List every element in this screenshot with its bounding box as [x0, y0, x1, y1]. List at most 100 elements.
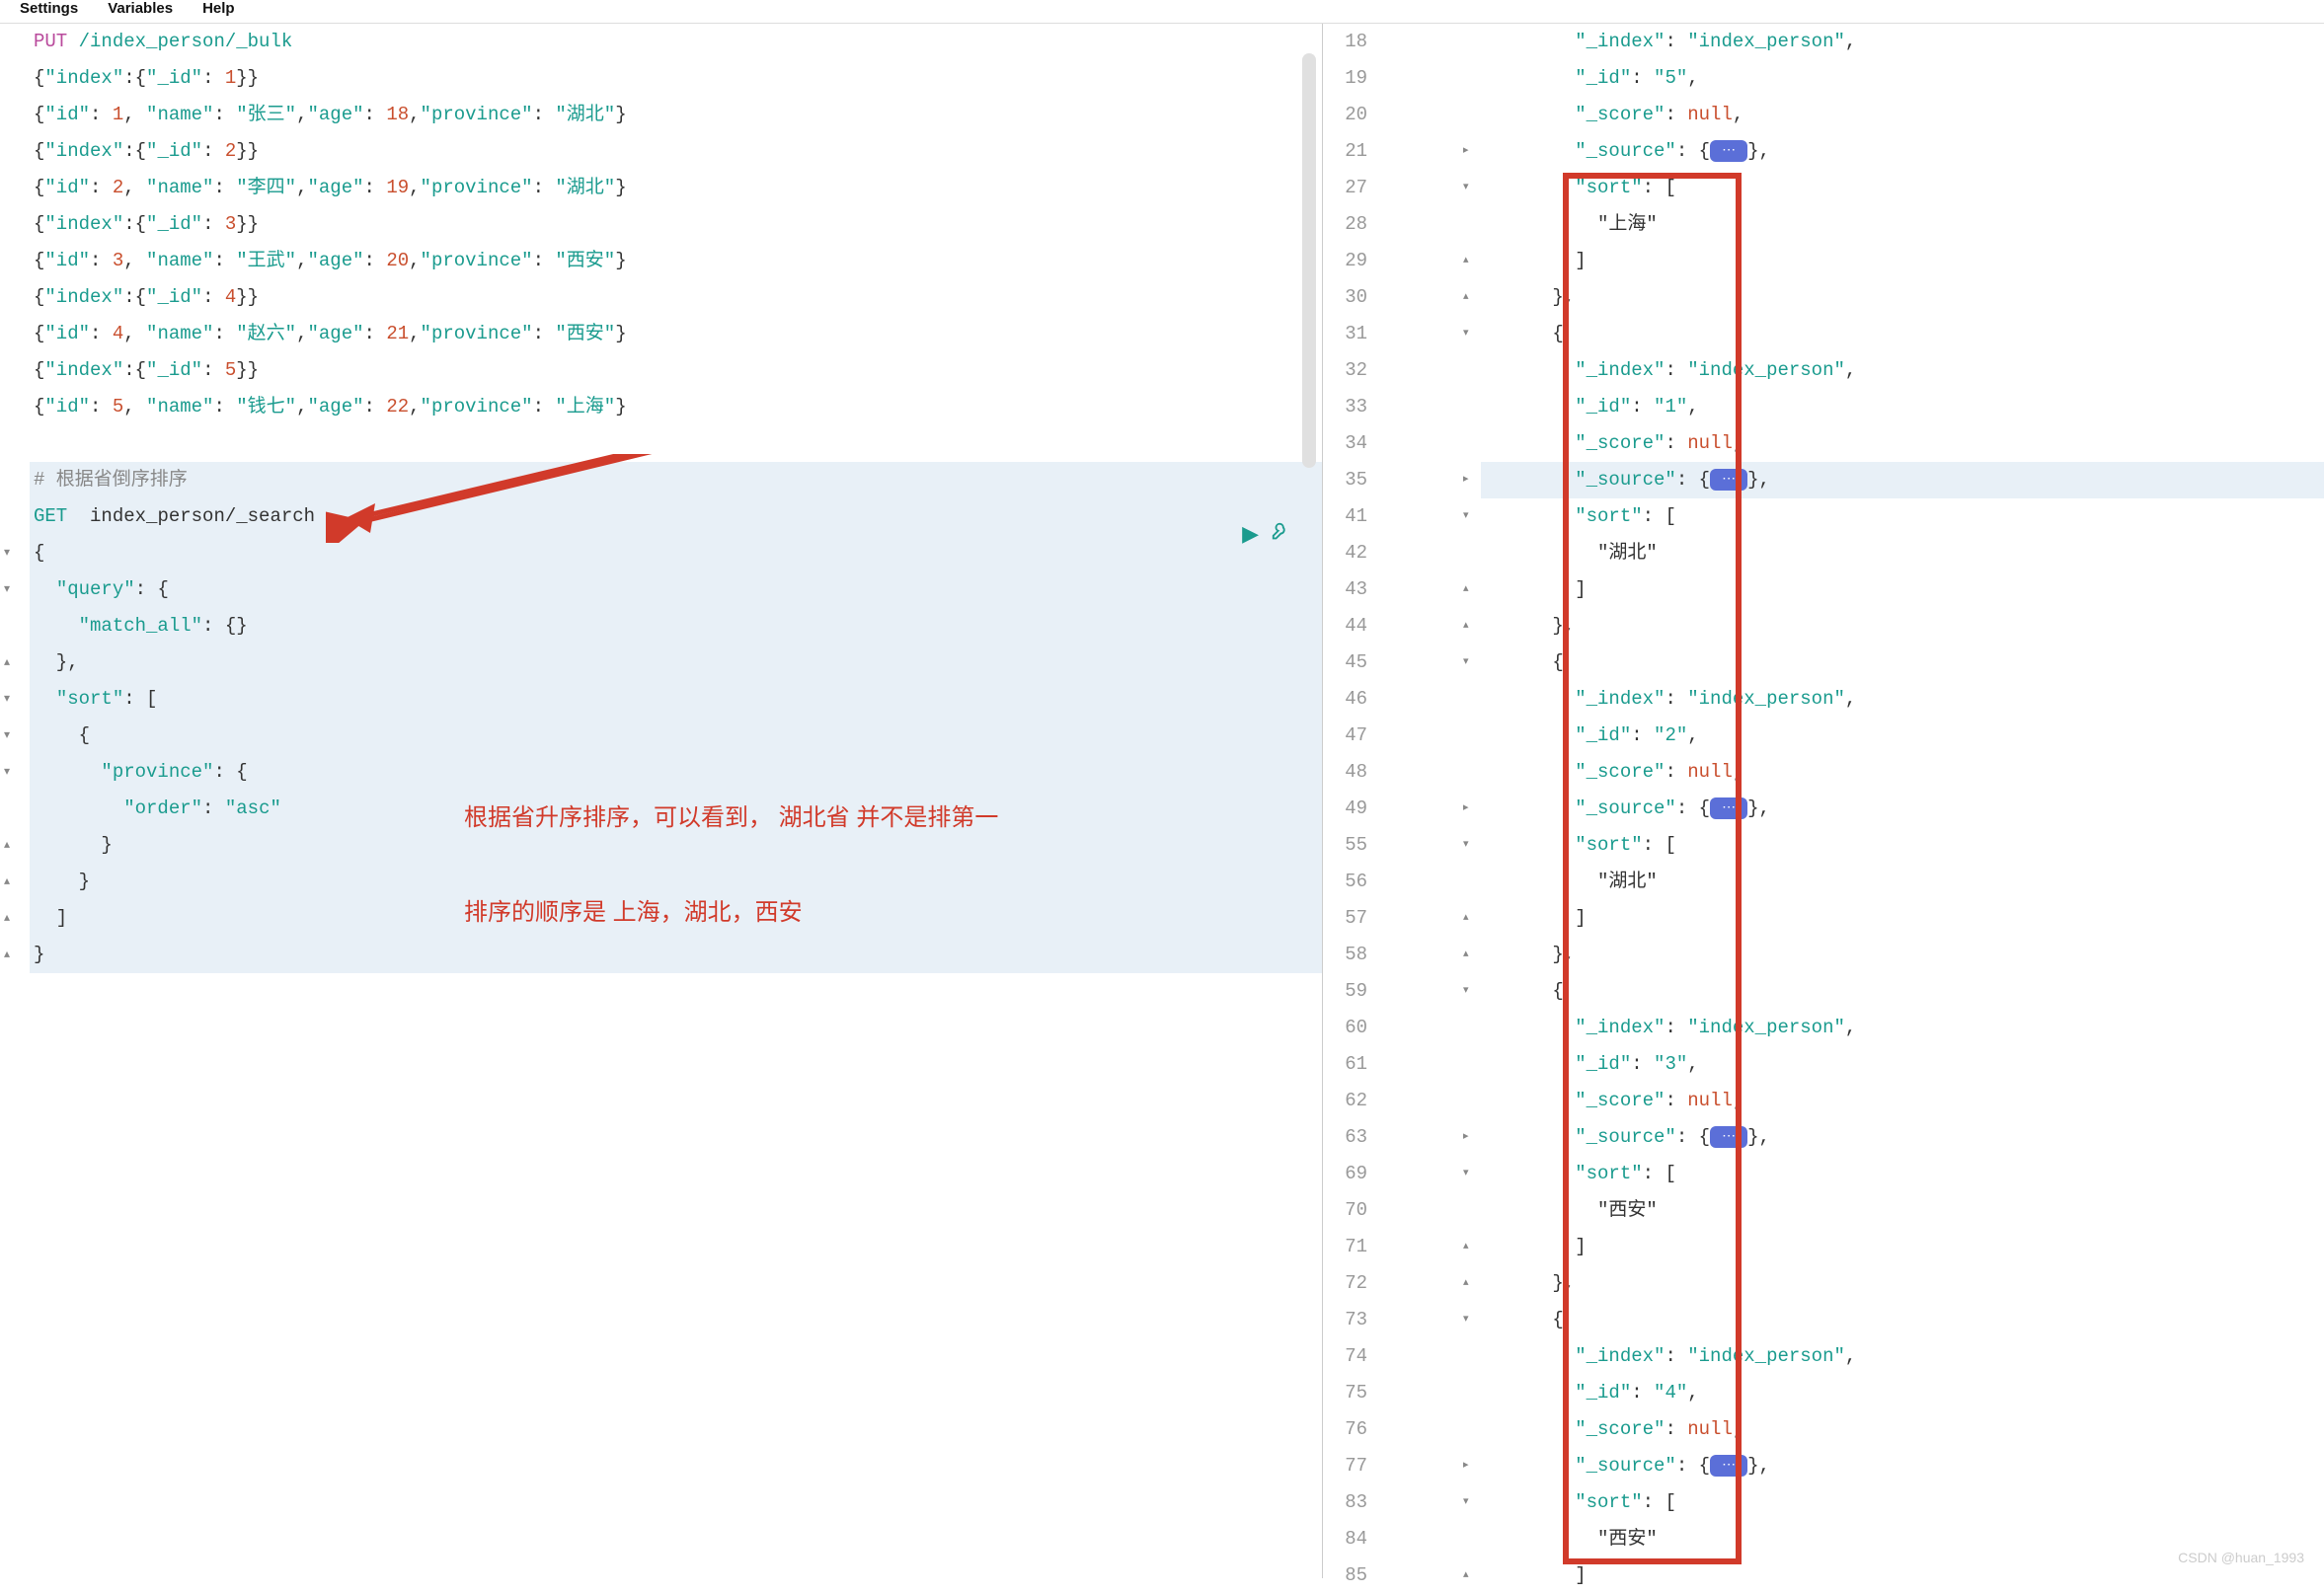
- response-line: "_index": "index_person",: [1481, 352, 2324, 389]
- response-line: {: [1481, 1302, 2324, 1338]
- line-number: 63: [1323, 1119, 1367, 1156]
- fold-toggle[interactable]: ▾: [4, 535, 10, 571]
- fold-toggle[interactable]: ▸: [1463, 791, 1469, 827]
- line-number: 59: [1323, 973, 1367, 1010]
- fold-toggle[interactable]: ▴: [1463, 900, 1469, 937]
- response-line: },: [1481, 608, 2324, 645]
- fold-toggle[interactable]: ▸: [1463, 1119, 1469, 1156]
- fold-toggle[interactable]: ▾: [4, 571, 10, 608]
- line-number: 29: [1323, 243, 1367, 279]
- line-number: 84: [1323, 1521, 1367, 1557]
- annotation-line1: 根据省升序排序，可以看到， 湖北省 并不是排第一: [464, 797, 998, 832]
- fold-toggle[interactable]: ▾: [4, 681, 10, 718]
- response-line: {: [1481, 645, 2324, 681]
- menu-settings[interactable]: Settings: [20, 0, 78, 17]
- fold-toggle[interactable]: ▴: [4, 827, 10, 864]
- response-line: "_score": null,: [1481, 425, 2324, 462]
- fold-toggle[interactable]: ▴: [1463, 608, 1469, 645]
- line-number: 73: [1323, 1302, 1367, 1338]
- fold-toggle[interactable]: ▾: [1463, 1156, 1469, 1192]
- fold-toggle[interactable]: ▴: [4, 864, 10, 900]
- wrench-icon[interactable]: [1271, 522, 1292, 551]
- line-number: 75: [1323, 1375, 1367, 1411]
- line-number: 74: [1323, 1338, 1367, 1375]
- line-number: 69: [1323, 1156, 1367, 1192]
- line-number: 48: [1323, 754, 1367, 791]
- response-line: "sort": [: [1481, 1156, 2324, 1192]
- response-line: "_source": {⋯},: [1481, 1448, 2324, 1484]
- response-line: {: [1481, 973, 2324, 1010]
- response-line: "_score": null,: [1481, 1411, 2324, 1448]
- line-number: 33: [1323, 389, 1367, 425]
- line-number: 55: [1323, 827, 1367, 864]
- fold-toggle[interactable]: ▸: [1463, 462, 1469, 498]
- fold-toggle[interactable]: ▸: [1463, 1448, 1469, 1484]
- line-number: 60: [1323, 1010, 1367, 1046]
- fold-toggle[interactable]: ▾: [4, 754, 10, 791]
- response-line: "_id": "3",: [1481, 1046, 2324, 1083]
- line-number: 21: [1323, 133, 1367, 170]
- line-number: 61: [1323, 1046, 1367, 1083]
- line-number: 58: [1323, 937, 1367, 973]
- line-number: 77: [1323, 1448, 1367, 1484]
- menu-variables[interactable]: Variables: [108, 0, 173, 17]
- response-line: "_source": {⋯},: [1481, 462, 2324, 498]
- response-line: "湖北": [1481, 864, 2324, 900]
- response-line: },: [1481, 1265, 2324, 1302]
- fold-toggle[interactable]: ▴: [1463, 279, 1469, 316]
- fold-toggle[interactable]: ▴: [1463, 1265, 1469, 1302]
- response-line: "上海": [1481, 206, 2324, 243]
- line-number: 57: [1323, 900, 1367, 937]
- response-viewer[interactable]: "_index": "index_person", "_id": "5", "_…: [1323, 24, 2324, 1578]
- response-line: "_index": "index_person",: [1481, 681, 2324, 718]
- annotation-line2: 排序的顺序是 上海，湖北，西安: [464, 892, 803, 927]
- fold-toggle[interactable]: ▾: [1463, 973, 1469, 1010]
- fold-toggle[interactable]: ▾: [1463, 1484, 1469, 1521]
- fold-toggle[interactable]: ▴: [1463, 243, 1469, 279]
- fold-toggle[interactable]: ▴: [4, 645, 10, 681]
- response-line: "_index": "index_person",: [1481, 1010, 2324, 1046]
- line-number: 46: [1323, 681, 1367, 718]
- menu-help[interactable]: Help: [202, 0, 235, 17]
- fold-toggle[interactable]: ▾: [1463, 1302, 1469, 1338]
- line-number: 31: [1323, 316, 1367, 352]
- fold-toggle[interactable]: ▾: [4, 718, 10, 754]
- fold-toggle[interactable]: ▾: [1463, 316, 1469, 352]
- fold-toggle[interactable]: ▴: [4, 937, 10, 973]
- fold-toggle[interactable]: ▾: [1463, 645, 1469, 681]
- fold-toggle[interactable]: ▴: [1463, 571, 1469, 608]
- fold-toggle[interactable]: ▴: [1463, 1229, 1469, 1265]
- line-number: 83: [1323, 1484, 1367, 1521]
- line-number: 70: [1323, 1192, 1367, 1229]
- response-line: "湖北": [1481, 535, 2324, 571]
- fold-toggle[interactable]: ▴: [1463, 1557, 1469, 1594]
- fold-toggle[interactable]: ▾: [1463, 170, 1469, 206]
- line-number: 27: [1323, 170, 1367, 206]
- response-line: "西安": [1481, 1192, 2324, 1229]
- response-line: "_source": {⋯},: [1481, 791, 2324, 827]
- fold-toggle[interactable]: ▴: [4, 900, 10, 937]
- response-line: "_id": "5",: [1481, 60, 2324, 97]
- request-editor[interactable]: ▾▾▴▾▾▾▴▴▴▴ PUT /index_person/_bulk{"inde…: [0, 24, 1323, 1578]
- play-icon[interactable]: ▶: [1242, 522, 1259, 551]
- response-line: "_id": "1",: [1481, 389, 2324, 425]
- line-number: 41: [1323, 498, 1367, 535]
- line-number: 44: [1323, 608, 1367, 645]
- fold-toggle[interactable]: ▾: [1463, 827, 1469, 864]
- line-number: 35: [1323, 462, 1367, 498]
- fold-toggle[interactable]: ▸: [1463, 133, 1469, 170]
- line-number: 30: [1323, 279, 1367, 316]
- line-number: 76: [1323, 1411, 1367, 1448]
- response-line: {: [1481, 316, 2324, 352]
- line-number: 42: [1323, 535, 1367, 571]
- response-line: "_score": null,: [1481, 754, 2324, 791]
- response-line: "_source": {⋯},: [1481, 1119, 2324, 1156]
- fold-toggle[interactable]: ▴: [1463, 937, 1469, 973]
- response-line: ]: [1481, 1229, 2324, 1265]
- line-number: 32: [1323, 352, 1367, 389]
- response-line: },: [1481, 279, 2324, 316]
- fold-toggle[interactable]: ▾: [1463, 498, 1469, 535]
- response-line: "_index": "index_person",: [1481, 24, 2324, 60]
- line-number: 18: [1323, 24, 1367, 60]
- scrollbar[interactable]: [1302, 53, 1316, 468]
